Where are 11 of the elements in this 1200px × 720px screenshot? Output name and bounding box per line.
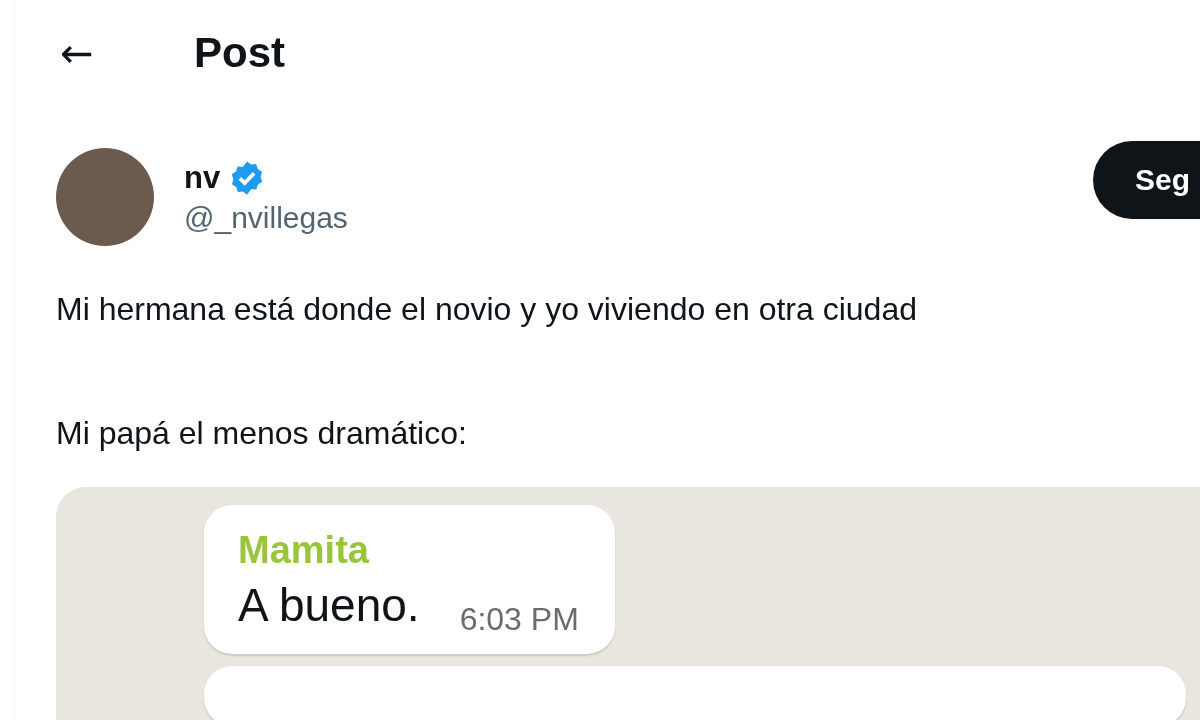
author-name[interactable]: nv <box>184 160 221 196</box>
chat-screenshot[interactable]: Mamita A bueno. 6:03 PM <box>56 487 1200 720</box>
sender-name: Mamita <box>238 529 370 572</box>
page-title: Post <box>194 28 285 77</box>
message-text: A bueno. <box>238 578 420 632</box>
post-text: Mi hermana está donde el novio y yo viviendo en otra ciudad <box>56 290 918 329</box>
follow-button[interactable]: Seg <box>1092 141 1200 219</box>
author-handle[interactable]: @_nvillegas <box>184 201 1093 235</box>
post-text: Mi papá el menos dramático: <box>56 414 468 453</box>
message-time: 6:03 PM <box>459 601 579 638</box>
back-button[interactable]: ← <box>56 28 194 77</box>
